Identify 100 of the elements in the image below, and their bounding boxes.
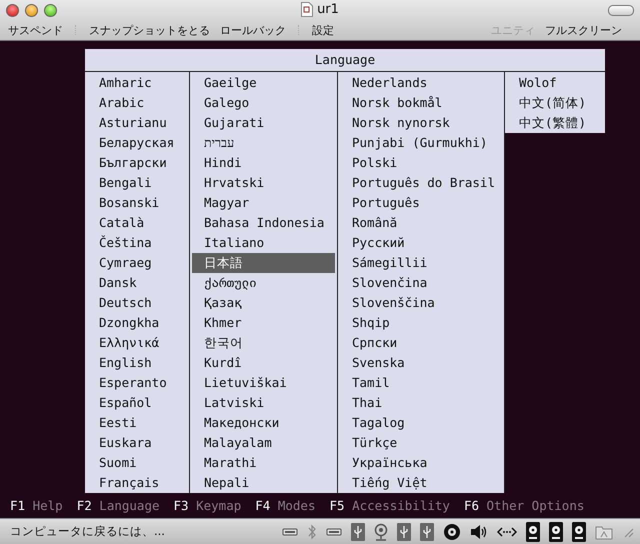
language-item[interactable]: Português — [340, 193, 502, 213]
function-key: F1 — [10, 498, 26, 513]
webcam-icon[interactable] — [374, 522, 388, 540]
language-item[interactable]: Nepali — [192, 473, 335, 493]
language-item[interactable]: Lietuviškai — [192, 373, 335, 393]
toolbar-toggle-button[interactable] — [608, 4, 634, 16]
hard-drive-icon[interactable] — [526, 522, 540, 542]
language-item[interactable]: Wolof — [507, 73, 603, 93]
window-title: ur1 — [317, 2, 339, 17]
zoom-button[interactable] — [44, 4, 57, 16]
function-key: F3 — [174, 498, 189, 513]
language-item[interactable]: Norsk nynorsk — [340, 113, 502, 133]
language-item[interactable]: Thai — [340, 393, 502, 413]
language-item[interactable]: Català — [87, 213, 187, 233]
language-item[interactable]: Hindi — [192, 153, 335, 173]
toolbar-item[interactable]: サスペンド — [8, 22, 63, 38]
language-item[interactable]: Italiano — [192, 233, 335, 253]
language-item[interactable]: Tamil — [340, 373, 502, 393]
language-item[interactable]: Magyar — [192, 193, 335, 213]
language-item[interactable]: Српски — [340, 333, 502, 353]
toolbar-item[interactable]: フルスクリーン — [545, 22, 622, 38]
speaker-icon[interactable] — [470, 524, 488, 540]
language-item[interactable]: Français — [87, 473, 187, 493]
language-item[interactable]: Português do Brasil — [340, 173, 502, 193]
language-item[interactable]: Slovenčina — [340, 273, 502, 293]
language-item[interactable]: עברית — [192, 133, 335, 153]
resize-grip-icon[interactable] — [622, 526, 634, 538]
function-key-label[interactable]: Modes — [278, 498, 316, 513]
language-item[interactable]: Ελληνικά — [87, 333, 187, 353]
toolbar-item[interactable]: ロールバック — [220, 22, 286, 38]
language-item[interactable]: Українська — [340, 453, 502, 473]
language-item[interactable]: Malayalam — [192, 433, 335, 453]
language-item[interactable]: Deutsch — [87, 293, 187, 313]
language-item[interactable]: Hrvatski — [192, 173, 335, 193]
language-item[interactable]: Türkçe — [340, 433, 502, 453]
language-item[interactable]: Euskara — [87, 433, 187, 453]
language-item[interactable]: Čeština — [87, 233, 187, 253]
language-item[interactable]: Khmer — [192, 313, 335, 333]
language-item[interactable]: Kurdî — [192, 353, 335, 373]
function-key-label[interactable]: Keymap — [196, 498, 242, 513]
shared-folder-icon[interactable] — [595, 524, 613, 540]
language-item[interactable]: Dzongkha — [87, 313, 187, 333]
language-item[interactable]: Русский — [340, 233, 502, 253]
language-item[interactable]: ქართული — [192, 273, 335, 293]
usb-icon[interactable] — [351, 522, 365, 540]
language-item[interactable]: Gaeilge — [192, 73, 335, 93]
slot-icon[interactable] — [282, 528, 298, 536]
language-item[interactable]: Norsk bokmål — [340, 93, 502, 113]
language-item[interactable]: Galego — [192, 93, 335, 113]
disc-icon[interactable] — [443, 522, 461, 540]
language-item[interactable]: Bahasa Indonesia — [192, 213, 335, 233]
function-key-label[interactable]: Accessibility — [352, 498, 450, 513]
toolbar-item[interactable]: スナップショットをとる — [89, 22, 210, 38]
function-key: F4 — [255, 498, 270, 513]
language-item[interactable]: Dansk — [87, 273, 187, 293]
language-item[interactable]: Български — [87, 153, 187, 173]
minimize-button[interactable] — [25, 4, 38, 16]
language-item[interactable]: 한국어 — [192, 333, 335, 353]
language-item[interactable]: Español — [87, 393, 187, 413]
language-item[interactable]: Shqip — [340, 313, 502, 333]
language-item[interactable]: Tiếng Việt — [340, 473, 502, 493]
language-item[interactable]: Polski — [340, 153, 502, 173]
language-item[interactable]: Slovenščina — [340, 293, 502, 313]
language-item[interactable]: 中文(繁體) — [507, 113, 603, 133]
function-key-label[interactable]: Other Options — [486, 498, 584, 513]
function-key-label[interactable]: Help — [32, 498, 63, 513]
toolbar-item[interactable]: 設定 — [312, 22, 334, 38]
usb-icon[interactable] — [420, 522, 434, 540]
close-button[interactable] — [6, 4, 19, 16]
network-icon[interactable] — [497, 526, 517, 538]
language-item[interactable]: Tagalog — [340, 413, 502, 433]
language-item[interactable]: Cymraeg — [87, 253, 187, 273]
language-item[interactable]: Македонски — [192, 413, 335, 433]
language-item[interactable]: Amharic — [87, 73, 187, 93]
language-item[interactable]: 日本語 — [192, 253, 335, 273]
language-item[interactable]: Қазақ — [192, 293, 335, 313]
language-item[interactable]: Punjabi (Gurmukhi) — [340, 133, 502, 153]
language-item[interactable]: Asturianu — [87, 113, 187, 133]
language-item[interactable]: Svenska — [340, 353, 502, 373]
language-item[interactable]: Gujarati — [192, 113, 335, 133]
language-item[interactable]: Беларуская — [87, 133, 187, 153]
language-item[interactable]: Eesti — [87, 413, 187, 433]
language-item[interactable]: Arabic — [87, 93, 187, 113]
language-item[interactable]: Sámegillii — [340, 253, 502, 273]
language-item[interactable]: 中文(简体) — [507, 93, 603, 113]
language-item[interactable]: Latviski — [192, 393, 335, 413]
language-item[interactable]: Suomi — [87, 453, 187, 473]
hard-drive-icon[interactable] — [572, 522, 586, 542]
function-key: F6 — [464, 498, 479, 513]
language-item[interactable]: Nederlands — [340, 73, 502, 93]
slot-icon[interactable] — [326, 528, 342, 536]
language-item[interactable]: Marathi — [192, 453, 335, 473]
language-item[interactable]: English — [87, 353, 187, 373]
language-item[interactable]: Bengali — [87, 173, 187, 193]
function-key-label[interactable]: Language — [99, 498, 160, 513]
language-item[interactable]: Esperanto — [87, 373, 187, 393]
language-item[interactable]: Bosanski — [87, 193, 187, 213]
usb-icon[interactable] — [397, 522, 411, 540]
hard-drive-icon[interactable] — [549, 522, 563, 542]
language-item[interactable]: Română — [340, 213, 502, 233]
